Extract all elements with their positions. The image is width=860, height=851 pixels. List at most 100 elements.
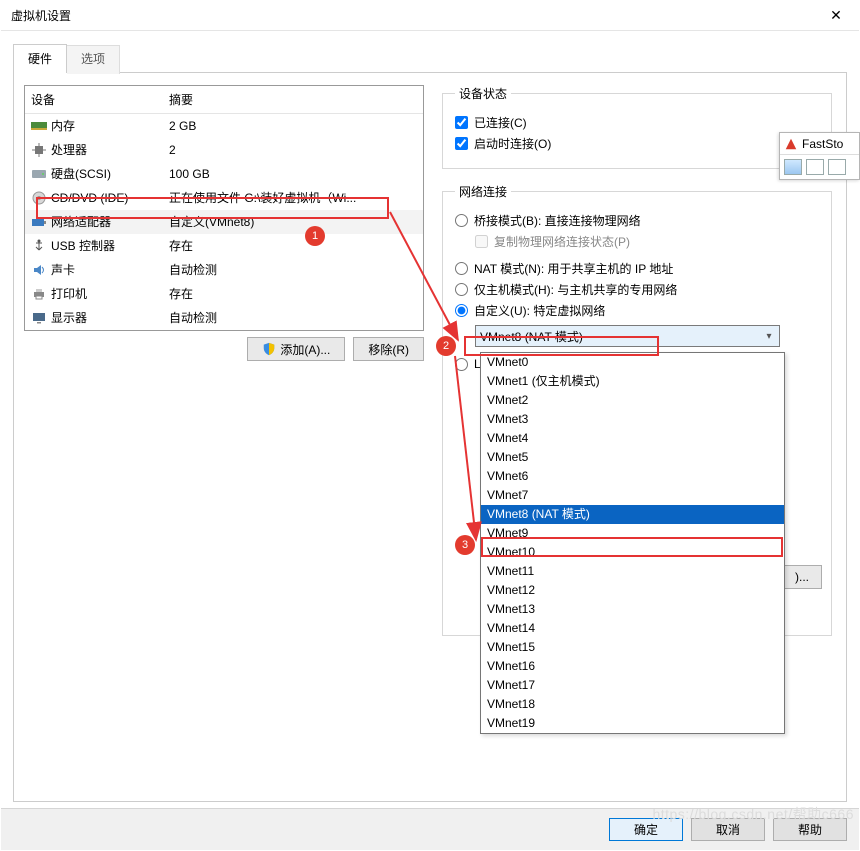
combo-vmnet-dropdown[interactable]: VMnet0VMnet1 (仅主机模式)VMnet2VMnet3VMnet4VM… bbox=[480, 352, 785, 734]
combo-option[interactable]: VMnet12 bbox=[481, 581, 784, 600]
device-row-display[interactable]: 显示器自动检测 bbox=[25, 306, 423, 330]
legend-network: 网络连接 bbox=[455, 183, 511, 200]
col-device[interactable]: 设备 bbox=[31, 91, 169, 108]
combo-option[interactable]: VMnet19 bbox=[481, 714, 784, 733]
radio-nat[interactable]: NAT 模式(N): 用于共享主机的 IP 地址 bbox=[455, 260, 819, 277]
combo-option[interactable]: VMnet13 bbox=[481, 600, 784, 619]
combo-option[interactable]: VMnet10 bbox=[481, 543, 784, 562]
combo-option[interactable]: VMnet7 bbox=[481, 486, 784, 505]
device-row-memory[interactable]: 内存2 GB bbox=[25, 114, 423, 138]
cpu-icon bbox=[29, 142, 49, 158]
radio-lanseg-input[interactable] bbox=[455, 358, 468, 371]
combo-option[interactable]: VMnet3 bbox=[481, 410, 784, 429]
combo-option[interactable]: VMnet8 (NAT 模式) bbox=[481, 505, 784, 524]
device-summary: 2 GB bbox=[169, 116, 419, 136]
watermark: https://blog.csdn.net/帮助c666 bbox=[652, 804, 854, 824]
combo-option[interactable]: VMnet0 bbox=[481, 353, 784, 372]
close-icon: ✕ bbox=[830, 7, 842, 24]
checkbox-connect-poweron-label: 启动时连接(O) bbox=[474, 135, 551, 152]
device-row-cd[interactable]: CD/DVD (IDE)正在使用文件 G:\装好虚拟机（Wi... bbox=[25, 186, 423, 210]
col-summary[interactable]: 摘要 bbox=[169, 91, 417, 108]
combo-option[interactable]: VMnet6 bbox=[481, 467, 784, 486]
checkbox-connect-poweron-input[interactable] bbox=[455, 137, 468, 150]
combo-vmnet[interactable]: VMnet8 (NAT 模式) ▾ bbox=[475, 325, 780, 347]
combo-option[interactable]: VMnet4 bbox=[481, 429, 784, 448]
close-button[interactable]: ✕ bbox=[813, 1, 859, 31]
remove-button[interactable]: 移除(R) bbox=[353, 337, 424, 361]
radio-bridged[interactable]: 桥接模式(B): 直接连接物理网络 bbox=[455, 212, 819, 229]
device-summary: 存在 bbox=[169, 284, 419, 304]
checkbox-replicate-label: 复制物理网络连接状态(P) bbox=[494, 233, 630, 250]
radio-hostonly-input[interactable] bbox=[455, 283, 468, 296]
combo-option[interactable]: VMnet2 bbox=[481, 391, 784, 410]
tab-strip: 硬件 选项 bbox=[1, 31, 859, 72]
combo-option[interactable]: VMnet9 bbox=[481, 524, 784, 543]
device-row-nic[interactable]: 网络适配器自定义(VMnet8) bbox=[25, 210, 423, 234]
checkbox-connected-input[interactable] bbox=[455, 116, 468, 129]
memory-icon bbox=[29, 118, 49, 134]
device-row-sound[interactable]: 声卡自动检测 bbox=[25, 258, 423, 282]
nic-icon bbox=[29, 214, 49, 230]
device-row-usb[interactable]: USB 控制器存在 bbox=[25, 234, 423, 258]
add-button[interactable]: 添加(A)... bbox=[247, 337, 345, 361]
checkbox-replicate: 复制物理网络连接状态(P) bbox=[475, 233, 819, 250]
device-buttons: 添加(A)... 移除(R) bbox=[24, 337, 424, 361]
radio-bridged-input[interactable] bbox=[455, 214, 468, 227]
shield-icon bbox=[262, 342, 276, 356]
faststone-icon bbox=[784, 137, 798, 151]
combo-option[interactable]: VMnet1 (仅主机模式) bbox=[481, 372, 784, 391]
device-name: 内存 bbox=[51, 116, 169, 136]
device-row-hdd[interactable]: 硬盘(SCSI)100 GB bbox=[25, 162, 423, 186]
radio-bridged-label: 桥接模式(B): 直接连接物理网络 bbox=[474, 212, 641, 229]
faststone-btn-2[interactable] bbox=[806, 159, 824, 175]
checkbox-connected[interactable]: 已连接(C) bbox=[455, 114, 819, 131]
device-name: USB 控制器 bbox=[51, 236, 169, 256]
titlebar: 虚拟机设置 ✕ bbox=[1, 1, 859, 31]
device-name: 网络适配器 bbox=[51, 212, 169, 232]
device-row-cpu[interactable]: 处理器2 bbox=[25, 138, 423, 162]
device-list-header: 设备 摘要 bbox=[25, 86, 423, 114]
device-summary: 自定义(VMnet8) bbox=[169, 212, 419, 232]
device-name: 显示器 bbox=[51, 308, 169, 328]
faststone-btn-1[interactable] bbox=[784, 159, 802, 175]
checkbox-connect-poweron[interactable]: 启动时连接(O) bbox=[455, 135, 819, 152]
device-summary: 2 bbox=[169, 140, 419, 160]
combo-option[interactable]: VMnet5 bbox=[481, 448, 784, 467]
combo-option[interactable]: VMnet16 bbox=[481, 657, 784, 676]
checkbox-replicate-input bbox=[475, 235, 488, 248]
radio-hostonly[interactable]: 仅主机模式(H): 与主机共享的专用网络 bbox=[455, 281, 819, 298]
device-row-printer[interactable]: 打印机存在 bbox=[25, 282, 423, 306]
tab-hardware[interactable]: 硬件 bbox=[13, 44, 67, 73]
combo-option[interactable]: VMnet17 bbox=[481, 676, 784, 695]
combo-option[interactable]: VMnet14 bbox=[481, 619, 784, 638]
radio-custom-input[interactable] bbox=[455, 304, 468, 317]
device-name: 硬盘(SCSI) bbox=[51, 164, 169, 184]
radio-nat-input[interactable] bbox=[455, 262, 468, 275]
window-title: 虚拟机设置 bbox=[11, 7, 813, 24]
cd-icon bbox=[29, 190, 49, 206]
lan-seg-button-wrap: )... bbox=[782, 565, 822, 589]
lan-seg-button[interactable]: )... bbox=[782, 565, 822, 589]
faststone-btn-3[interactable] bbox=[828, 159, 846, 175]
radio-custom[interactable]: 自定义(U): 特定虚拟网络 bbox=[455, 302, 819, 319]
device-summary: 存在 bbox=[169, 236, 419, 256]
device-summary: 自动检测 bbox=[169, 308, 419, 328]
device-summary: 100 GB bbox=[169, 164, 419, 184]
device-list: 内存2 GB处理器2硬盘(SCSI)100 GBCD/DVD (IDE)正在使用… bbox=[25, 114, 423, 330]
chevron-down-icon: ▾ bbox=[761, 328, 777, 344]
device-name: CD/DVD (IDE) bbox=[51, 188, 169, 208]
combo-option[interactable]: VMnet11 bbox=[481, 562, 784, 581]
combo-vmnet-value: VMnet8 (NAT 模式) bbox=[480, 328, 583, 345]
device-summary: 正在使用文件 G:\装好虚拟机（Wi... bbox=[169, 188, 419, 208]
tab-options[interactable]: 选项 bbox=[67, 45, 120, 74]
combo-option[interactable]: VMnet18 bbox=[481, 695, 784, 714]
sound-icon bbox=[29, 262, 49, 278]
device-summary: 自动检测 bbox=[169, 260, 419, 280]
device-name: 打印机 bbox=[51, 284, 169, 304]
faststone-toolbar[interactable]: FastSto bbox=[779, 132, 860, 180]
device-name: 声卡 bbox=[51, 260, 169, 280]
printer-icon bbox=[29, 286, 49, 302]
faststone-title: FastSto bbox=[780, 133, 859, 155]
combo-option[interactable]: VMnet15 bbox=[481, 638, 784, 657]
faststone-title-text: FastSto bbox=[802, 137, 843, 151]
